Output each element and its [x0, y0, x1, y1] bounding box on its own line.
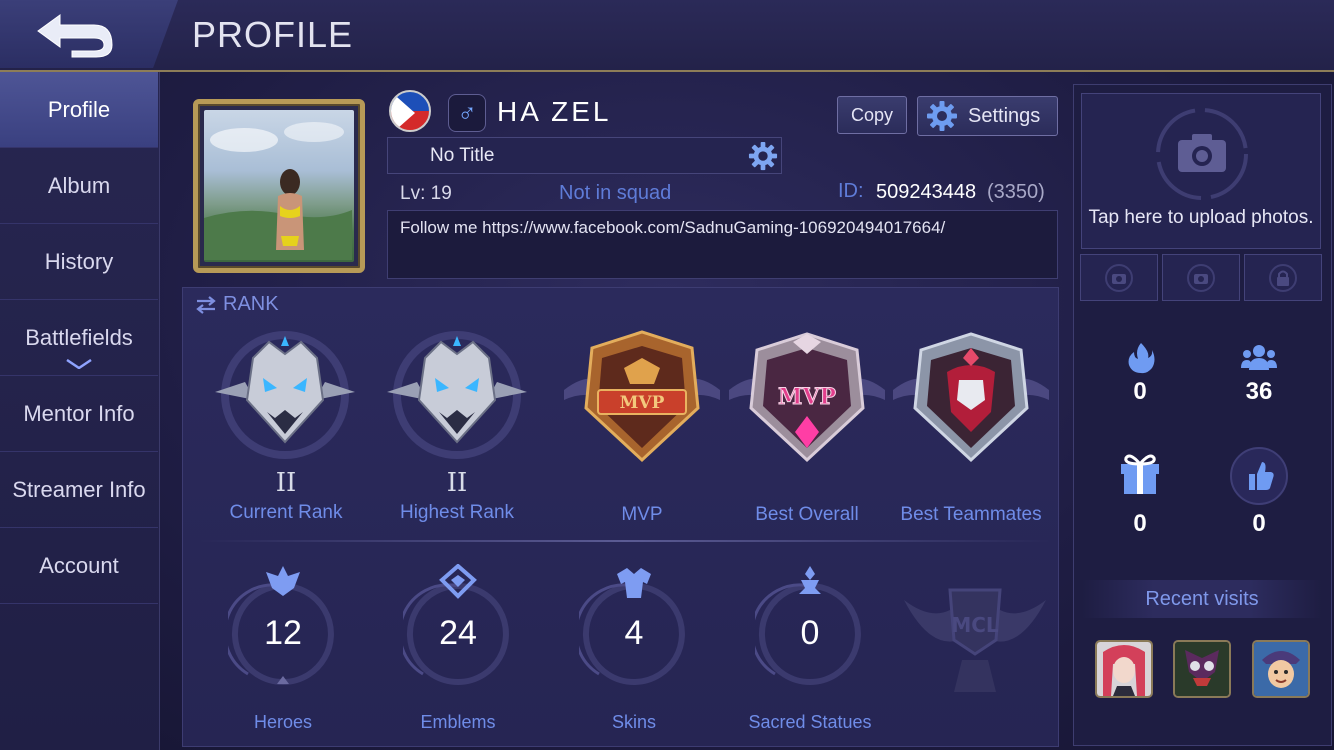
- server-id: (3350): [987, 181, 1045, 203]
- camera-icon: [1156, 108, 1248, 200]
- camera-small-icon: [1187, 263, 1215, 292]
- top-bar: PROFILE: [0, 0, 1334, 72]
- heroes-label: Heroes: [253, 712, 313, 732]
- gifts-count: 0: [1133, 510, 1147, 537]
- sidebar-item-label: Mentor Info: [23, 400, 135, 426]
- popularity-count: 0: [1133, 378, 1147, 405]
- photo-slot[interactable]: [1080, 254, 1158, 301]
- highest-rank-badge-icon[interactable]: [377, 330, 537, 460]
- copy-button[interactable]: Copy: [837, 96, 907, 134]
- recent-visits-title: Recent visits: [1082, 580, 1322, 618]
- sidebar-item-battlefields[interactable]: Battlefields: [0, 300, 158, 376]
- sidebar-item-label: Streamer Info: [12, 476, 146, 502]
- recent-visitor-avatar[interactable]: [1252, 640, 1310, 698]
- rank-header[interactable]: RANK: [195, 293, 279, 316]
- visitor-portrait: [1254, 642, 1308, 696]
- svg-text:MVP: MVP: [778, 384, 836, 410]
- sidebar-item-account[interactable]: Account: [0, 528, 158, 604]
- emblems-label: Emblems: [420, 712, 496, 732]
- title-value: No Title: [430, 145, 495, 166]
- skins-count: 4: [624, 614, 644, 652]
- sacred-statue-icon: [799, 566, 821, 594]
- svg-text:MVP: MVP: [620, 393, 665, 413]
- squad-status[interactable]: Not in squad: [559, 182, 671, 205]
- male-gender-icon: ♂: [448, 94, 486, 132]
- avatar-photo: [204, 110, 354, 262]
- id-label: ID:: [838, 180, 864, 202]
- sidebar-item-label: Album: [47, 172, 111, 198]
- mcl-logo-icon: MCL: [904, 588, 1046, 692]
- upload-text: Tap here to upload photos.: [1088, 207, 1314, 228]
- sacred-statues-count: 0: [800, 614, 820, 652]
- back-button[interactable]: [0, 0, 178, 68]
- emblems-icon: [439, 564, 477, 599]
- swap-icon: [196, 295, 216, 314]
- best-teammates-label: Best Teammates: [900, 504, 1042, 525]
- recent-visitor-avatar[interactable]: [1173, 640, 1231, 698]
- locked-photo-slot[interactable]: [1244, 254, 1322, 301]
- current-rank-label: Current Rank: [229, 502, 343, 523]
- best-overall-badge-icon[interactable]: MVP: [727, 328, 887, 468]
- sidebar-item-mentor-info[interactable]: Mentor Info: [0, 376, 158, 452]
- sidebar-item-label: Profile: [47, 96, 111, 122]
- sidebar-item-label: Account: [39, 552, 119, 578]
- gear-icon: [927, 101, 957, 131]
- sacred-statues-label: Sacred Statues: [748, 712, 872, 732]
- current-rank-badge-icon[interactable]: [205, 330, 365, 460]
- avatar[interactable]: [193, 99, 365, 273]
- heroes-icon: [266, 566, 300, 596]
- highest-rank-label: Highest Rank: [399, 502, 515, 523]
- player-level: Lv: 19: [400, 183, 452, 204]
- photo-slot[interactable]: [1162, 254, 1240, 301]
- sidebar-item-album[interactable]: Album: [0, 148, 158, 224]
- mvp-badge-icon[interactable]: MVP: [562, 328, 722, 468]
- followers-count: 36: [1245, 378, 1273, 405]
- avatar-figure: [204, 122, 352, 260]
- camera-small-icon: [1105, 263, 1133, 292]
- highest-rank-tier: II: [446, 468, 468, 498]
- heroes-count: 12: [264, 614, 302, 652]
- thumbs-up-icon[interactable]: [1229, 446, 1289, 506]
- section-divider: [200, 540, 1050, 542]
- settings-button[interactable]: Settings: [917, 96, 1058, 136]
- player-name: HA ZEL: [497, 96, 612, 127]
- gift-icon[interactable]: [1118, 450, 1162, 496]
- best-overall-label: Best Overall: [755, 504, 859, 525]
- chevron-down-icon: [66, 359, 92, 369]
- skins-icon: [617, 568, 651, 598]
- skins-label: Skins: [611, 712, 656, 732]
- gear-icon[interactable]: [748, 141, 778, 171]
- visitor-portrait: [1175, 642, 1229, 696]
- lock-icon: [1269, 263, 1297, 292]
- mvp-label: MVP: [621, 504, 663, 525]
- page-title: PROFILE: [192, 14, 354, 55]
- back-arrow-icon: [37, 14, 113, 58]
- emblems-count: 24: [439, 614, 477, 652]
- sidebar-item-history[interactable]: History: [0, 224, 158, 300]
- sidebar-item-profile[interactable]: Profile: [0, 72, 158, 148]
- mcl-text: MCL: [951, 613, 999, 637]
- recent-visitor-avatar[interactable]: [1095, 640, 1153, 698]
- popularity-fire-icon: [1128, 343, 1155, 374]
- best-teammates-badge-icon[interactable]: [891, 328, 1051, 468]
- title-selector[interactable]: No Title: [387, 137, 782, 174]
- sidebar-item-label: History: [44, 248, 114, 274]
- sidebar: Profile Album History Battlefields Mento…: [0, 72, 160, 750]
- country-flag-icon: [389, 90, 431, 132]
- player-id: 509243448: [876, 181, 977, 203]
- followers-icon[interactable]: [1241, 344, 1277, 370]
- visitor-portrait: [1097, 642, 1151, 696]
- likes-count: 0: [1252, 510, 1266, 537]
- bio-text[interactable]: Follow me https://www.facebook.com/Sadnu…: [387, 210, 1058, 279]
- sidebar-item-streamer-info[interactable]: Streamer Info: [0, 452, 158, 528]
- rank-header-label: RANK: [223, 293, 279, 315]
- sidebar-item-label: Battlefields: [25, 324, 133, 350]
- settings-label: Settings: [968, 104, 1041, 127]
- current-rank-tier: II: [275, 468, 297, 498]
